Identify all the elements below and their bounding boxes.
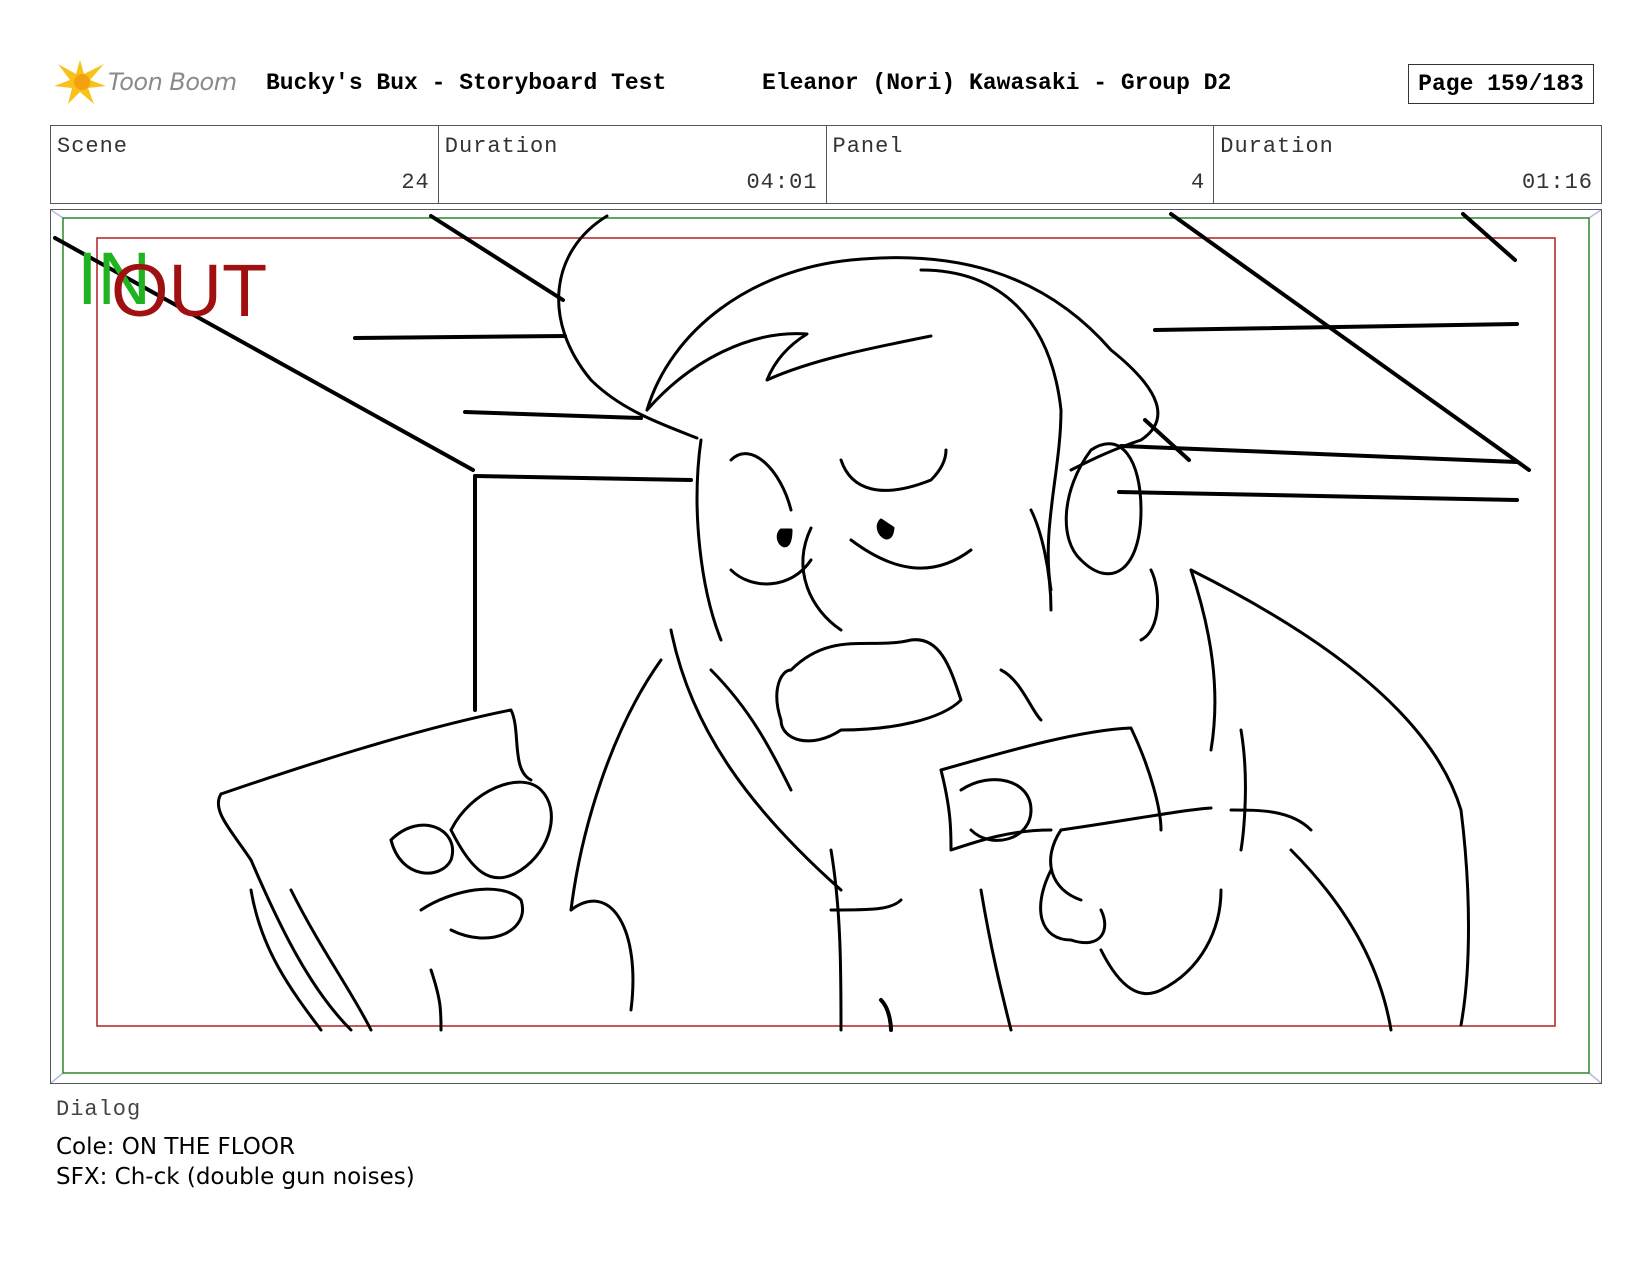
dialog-line: SFX: Ch-ck (double gun noises) [56,1164,415,1190]
page-header: Toon Boom Bucky's Bux - Storyboard Test … [52,56,1604,106]
panel-duration-cell: Duration 01:16 [1213,126,1601,203]
toon-boom-logo: Toon Boom [52,56,252,106]
panel-label: Panel [832,134,904,159]
scene-cell: Scene 24 [51,126,438,203]
storyboard-panel: IN OUT [50,209,1602,1084]
scene-info-table: Scene 24 Duration 04:01 Panel 4 Duration… [50,125,1602,204]
scene-label: Scene [57,134,129,159]
scene-duration-value: 04:01 [746,170,818,195]
panel-duration-value: 01:16 [1521,170,1593,195]
dialog-line: Cole: ON THE FLOOR [56,1134,295,1160]
panel-cell: Panel 4 [825,126,1214,203]
panel-duration-label: Duration [1220,134,1334,159]
scene-duration-cell: Duration 04:01 [437,126,826,203]
storyboard-title: Bucky's Bux - Storyboard Test [266,70,667,96]
scene-duration-label: Duration [444,134,559,159]
artist-group: Eleanor (Nori) Kawasaki - Group D2 [762,70,1232,96]
out-marker: OUT [111,249,268,332]
logo-text: Toon Boom [108,68,237,96]
panel-value: 4 [1191,170,1206,195]
panel-drawing [51,210,1601,1083]
starburst-icon [54,60,106,104]
page-number: Page 159/183 [1408,64,1594,104]
frame-guides [51,210,1601,1083]
action-frame [96,237,1556,1027]
dialog-label: Dialog [56,1097,142,1122]
dialog-text: Cole: ON THE FLOOR SFX: Ch-ck (double gu… [56,1132,415,1192]
scene-value: 24 [401,170,430,195]
